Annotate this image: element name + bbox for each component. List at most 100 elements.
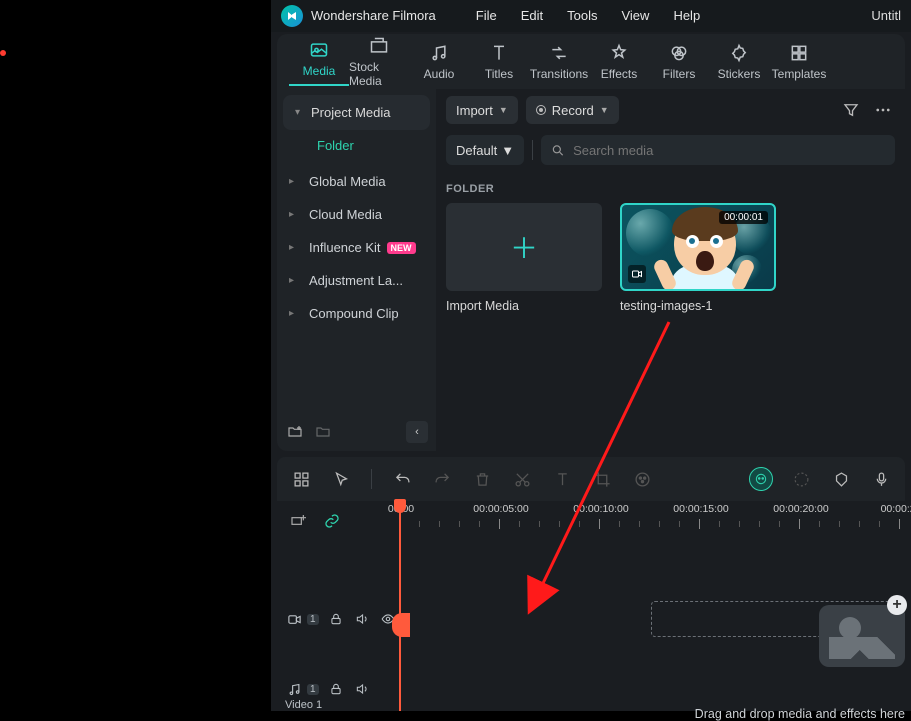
search-icon	[551, 143, 565, 158]
audio-track-count: 1	[307, 684, 319, 695]
document-title: Untitl	[871, 8, 901, 23]
ruler-tick: 00:00:10:00	[599, 507, 600, 529]
tab-effects[interactable]: Effects	[589, 42, 649, 81]
sidebar-global-media-label: Global Media	[309, 174, 386, 189]
caret-right-icon: ▸	[289, 242, 299, 253]
sidebar-compound-clip[interactable]: ▸Compound Clip	[277, 297, 436, 330]
more-icon[interactable]	[871, 98, 895, 122]
import-media-card: ＋ Import Media	[446, 203, 602, 313]
collapse-sidebar-button[interactable]: ‹	[406, 421, 428, 443]
sidebar-cloud-media-label: Cloud Media	[309, 207, 382, 222]
marker-icon[interactable]	[829, 467, 853, 491]
playhead[interactable]	[399, 501, 401, 541]
new-folder-icon[interactable]	[285, 422, 305, 442]
chevron-down-icon: ▼	[499, 105, 508, 115]
media-icon	[308, 39, 330, 61]
import-media-button[interactable]: ＋	[446, 203, 602, 291]
lock-icon[interactable]	[327, 610, 345, 628]
cursor-tool-icon[interactable]	[329, 467, 353, 491]
tab-transitions[interactable]: Transitions	[529, 42, 589, 81]
sidebar-adjustment-layer[interactable]: ▸Adjustment La...	[277, 264, 436, 297]
caret-right-icon: ▸	[289, 308, 299, 319]
sidebar-adjustment-label: Adjustment La...	[309, 273, 403, 288]
undo-icon[interactable]	[390, 467, 414, 491]
filmora-window: Wondershare Filmora File Edit Tools View…	[271, 0, 911, 711]
tab-templates-label: Templates	[772, 67, 827, 81]
delete-icon[interactable]	[470, 467, 494, 491]
layout-grid-icon[interactable]	[289, 467, 313, 491]
drop-plus-icon[interactable]: +	[887, 595, 907, 615]
tab-filters-label: Filters	[663, 67, 696, 81]
filters-icon	[668, 42, 690, 64]
media-toolbar: Import ▼ Record ▼	[436, 89, 905, 131]
stock-media-icon	[368, 35, 390, 57]
menu-edit[interactable]: Edit	[521, 8, 543, 23]
tab-audio[interactable]: Audio	[409, 42, 469, 81]
caret-right-icon: ▸	[289, 209, 299, 220]
transitions-icon	[548, 42, 570, 64]
menu-file[interactable]: File	[476, 8, 497, 23]
lock-icon[interactable]	[327, 680, 345, 698]
tab-effects-label: Effects	[601, 67, 637, 81]
video-track-icon	[285, 610, 303, 628]
menu-help[interactable]: Help	[673, 8, 700, 23]
audio-track-icon	[285, 680, 303, 698]
link-tracks-icon[interactable]	[321, 510, 343, 532]
mute-icon[interactable]	[353, 680, 371, 698]
logo-icon	[286, 10, 298, 22]
sidebar-project-media[interactable]: ▾ Project Media	[283, 95, 430, 130]
media-toolbar-2: Default ▼	[436, 131, 905, 169]
crop-icon[interactable]	[590, 467, 614, 491]
cut-icon[interactable]	[510, 467, 534, 491]
tab-stickers[interactable]: Stickers	[709, 42, 769, 81]
tab-transitions-label: Transitions	[530, 67, 588, 81]
tab-titles[interactable]: Titles	[469, 42, 529, 81]
search-media-input[interactable]	[573, 143, 885, 158]
tab-templates[interactable]: Templates	[769, 42, 829, 81]
sidebar-cloud-media[interactable]: ▸ Cloud Media	[277, 198, 436, 231]
menu-view[interactable]: View	[621, 8, 649, 23]
sidebar-global-media[interactable]: ▸Global Media	[277, 165, 436, 198]
timeline-ruler-row: 00:0000:00:05:0000:00:10:0000:00:15:0000…	[277, 501, 905, 541]
tab-media[interactable]: Media	[289, 39, 349, 86]
voiceover-icon[interactable]	[869, 467, 893, 491]
titles-icon	[488, 42, 510, 64]
sidebar-influence-kit[interactable]: ▸Influence KitNEW	[277, 231, 436, 264]
video-type-icon	[628, 265, 646, 283]
new-bin-icon[interactable]	[313, 422, 333, 442]
record-label: Record	[552, 103, 594, 118]
menu-tools[interactable]: Tools	[567, 8, 597, 23]
add-track-icon[interactable]	[287, 510, 309, 532]
ruler-tick: 00:00:05:00	[499, 507, 500, 529]
audio-track-head: 1	[277, 680, 399, 698]
tab-stock-media[interactable]: Stock Media	[349, 35, 409, 88]
import-dropdown[interactable]: Import ▼	[446, 96, 518, 124]
tab-stickers-label: Stickers	[718, 67, 761, 81]
sidebar-folder[interactable]: Folder	[277, 130, 436, 165]
render-icon[interactable]	[789, 467, 813, 491]
timeline-ruler[interactable]: 00:0000:00:05:0000:00:10:0000:00:15:0000…	[399, 501, 905, 541]
video-track-1: 1	[277, 597, 905, 641]
import-media-label: Import Media	[446, 299, 519, 313]
video-track-count: 1	[307, 614, 319, 625]
stickers-icon	[728, 42, 750, 64]
filter-icon[interactable]	[839, 98, 863, 122]
color-icon[interactable]	[630, 467, 654, 491]
redo-icon[interactable]	[430, 467, 454, 491]
record-dropdown[interactable]: Record ▼	[526, 96, 619, 124]
sidebar-bottom: ‹	[277, 413, 436, 451]
media-sidebar: ▾ Project Media Folder ▸Global Media ▸Cl…	[277, 89, 436, 451]
caret-down-icon: ▾	[295, 107, 305, 118]
text-icon[interactable]	[550, 467, 574, 491]
media-clip-thumb[interactable]: 00:00:01	[620, 203, 776, 291]
mute-icon[interactable]	[353, 610, 371, 628]
search-media-wrap	[541, 135, 895, 165]
video-track-name: Video 1	[285, 699, 322, 711]
sort-default-dropdown[interactable]: Default ▼	[446, 135, 524, 165]
audio-track-body[interactable]	[399, 667, 905, 711]
ai-assistant-icon[interactable]	[749, 467, 773, 491]
effects-icon	[608, 42, 630, 64]
tab-filters[interactable]: Filters	[649, 42, 709, 81]
tab-audio-label: Audio	[424, 67, 455, 81]
timeline-area: 00:0000:00:05:0000:00:10:0000:00:15:0000…	[271, 457, 911, 711]
